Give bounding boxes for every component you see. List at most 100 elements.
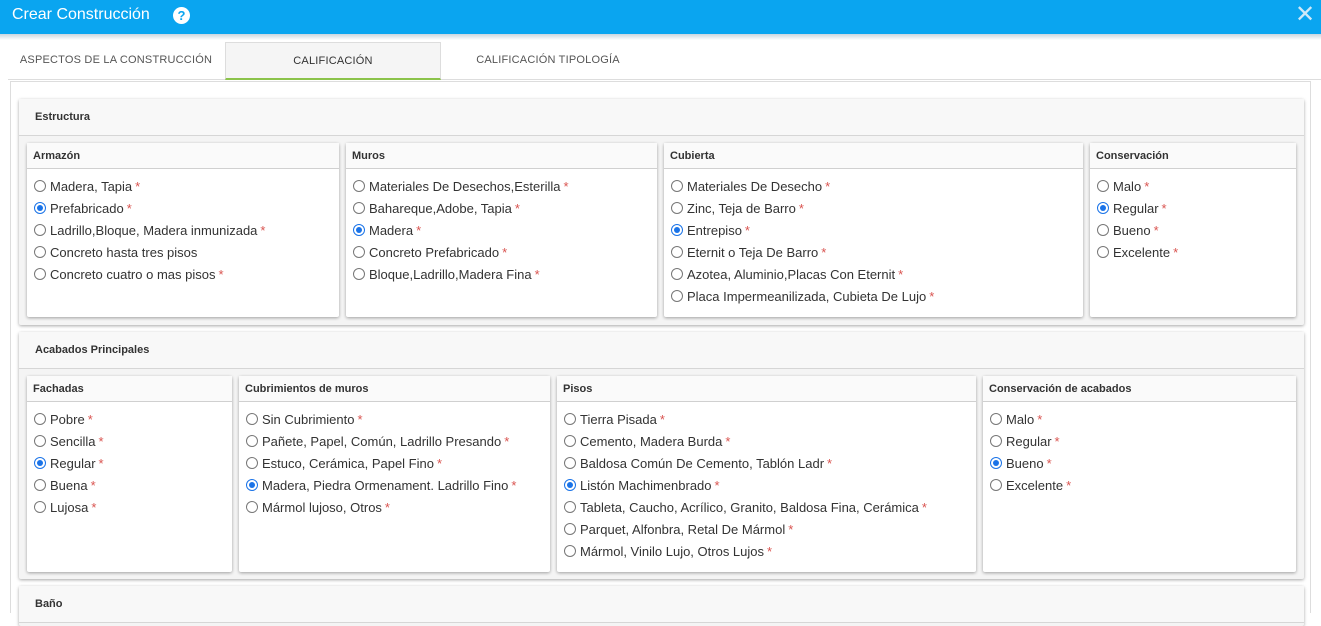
radio-option[interactable]: Malo * [1097, 178, 1149, 196]
radio-option[interactable]: Eternit o Teja De Barro * [671, 244, 826, 262]
radio-unchecked-icon[interactable] [246, 413, 258, 425]
radio-option[interactable]: Azotea, Aluminio,Placas Con Eternit * [671, 266, 903, 284]
radio-checked-icon[interactable] [1097, 202, 1109, 214]
required-marker: * [534, 267, 540, 282]
radio-unchecked-icon[interactable] [1097, 246, 1109, 258]
radio-unchecked-icon[interactable] [246, 435, 258, 447]
radio-option[interactable]: Entrepiso * [671, 222, 750, 240]
required-marker: * [825, 179, 831, 194]
radio-option[interactable]: Materiales De Desecho * [671, 178, 830, 196]
radio-unchecked-icon[interactable] [671, 246, 683, 258]
tab-calificacion-tipologia[interactable]: CALIFICACIÓN TIPOLOGÍA [441, 42, 655, 80]
radio-label: Madera [369, 223, 414, 238]
radio-option[interactable]: Tierra Pisada * [564, 411, 665, 429]
radio-option[interactable]: Tableta, Caucho, Acrílico, Granito, Bald… [564, 499, 927, 517]
radio-option[interactable]: Pobre * [34, 411, 93, 429]
radio-option[interactable]: Bueno * [1097, 222, 1159, 240]
radio-unchecked-icon[interactable] [246, 501, 258, 513]
radio-unchecked-icon[interactable] [34, 224, 46, 236]
radio-unchecked-icon[interactable] [34, 501, 46, 513]
radio-checked-icon[interactable] [246, 479, 258, 491]
radio-option[interactable]: Regular * [990, 433, 1060, 451]
radio-option[interactable]: Estuco, Cerámica, Papel Fino * [246, 455, 442, 473]
radio-option[interactable]: Bloque,Ladrillo,Madera Fina * [353, 266, 540, 284]
dialog-title: Crear Construcción [12, 6, 150, 23]
radio-option[interactable]: Sencilla * [34, 433, 104, 451]
radio-option[interactable]: Buena * [34, 477, 96, 495]
help-icon[interactable]: ? [173, 7, 190, 24]
radio-option[interactable]: Regular * [1097, 200, 1167, 218]
radio-option[interactable]: Concreto cuatro o mas pisos * [34, 266, 224, 284]
radio-label: Materiales De Desecho [687, 179, 823, 194]
radio-option[interactable]: Madera * [353, 222, 421, 240]
radio-option[interactable]: Pañete, Papel, Común, Ladrillo Presando * [246, 433, 509, 451]
radio-unchecked-icon[interactable] [671, 290, 683, 302]
radio-option[interactable]: Mármol lujoso, Otros * [246, 499, 390, 517]
radio-option[interactable]: Lujosa * [34, 499, 96, 517]
radio-option[interactable]: Bueno * [990, 455, 1052, 473]
radio-unchecked-icon[interactable] [564, 545, 576, 557]
radio-unchecked-icon[interactable] [671, 180, 683, 192]
radio-option[interactable]: Materiales De Desechos,Esterilla * [353, 178, 569, 196]
radio-unchecked-icon[interactable] [353, 180, 365, 192]
required-marker: * [87, 412, 93, 427]
radio-option[interactable]: Prefabricado * [34, 200, 132, 218]
radio-option[interactable]: Concreto Prefabricado * [353, 244, 507, 262]
section-title: Estructura [19, 99, 1304, 136]
radio-option[interactable]: Cemento, Madera Burda * [564, 433, 730, 451]
radio-option[interactable]: Excelente * [1097, 244, 1178, 262]
radio-checked-icon[interactable] [564, 479, 576, 491]
radio-unchecked-icon[interactable] [34, 413, 46, 425]
radio-option[interactable]: Excelente * [990, 477, 1071, 495]
radio-unchecked-icon[interactable] [671, 202, 683, 214]
radio-unchecked-icon[interactable] [353, 268, 365, 280]
radio-option[interactable]: Madera, Piedra Ormenament. Ladrillo Fino… [246, 477, 516, 495]
radio-option[interactable]: Ladrillo,Bloque, Madera inmunizada * [34, 222, 265, 240]
radio-option[interactable]: Madera, Tapia * [34, 178, 140, 196]
radio-unchecked-icon[interactable] [564, 457, 576, 469]
radio-unchecked-icon[interactable] [246, 457, 258, 469]
radio-unchecked-icon[interactable] [353, 202, 365, 214]
radio-option[interactable]: Zinc, Teja de Barro * [671, 200, 804, 218]
tab-aspectos[interactable]: ASPECTOS DE LA CONSTRUCCIÓN [8, 42, 224, 80]
radio-unchecked-icon[interactable] [1097, 180, 1109, 192]
titlebar-shadow [0, 34, 1321, 40]
radio-unchecked-icon[interactable] [564, 501, 576, 513]
radio-option[interactable]: Malo * [990, 411, 1042, 429]
required-marker: * [921, 500, 927, 515]
radio-option[interactable]: Baldosa Común De Cemento, Tablón Ladr * [564, 455, 832, 473]
radio-unchecked-icon[interactable] [34, 435, 46, 447]
radio-option[interactable]: Sin Cubrimiento * [246, 411, 363, 429]
required-marker: * [511, 478, 517, 493]
radio-unchecked-icon[interactable] [990, 435, 1002, 447]
radio-unchecked-icon[interactable] [564, 413, 576, 425]
required-marker: * [798, 201, 804, 216]
radio-unchecked-icon[interactable] [34, 246, 46, 258]
radio-unchecked-icon[interactable] [564, 523, 576, 535]
radio-unchecked-icon[interactable] [990, 479, 1002, 491]
radio-unchecked-icon[interactable] [34, 180, 46, 192]
radio-unchecked-icon[interactable] [671, 268, 683, 280]
radio-unchecked-icon[interactable] [990, 413, 1002, 425]
radio-checked-icon[interactable] [353, 224, 365, 236]
radio-option[interactable]: Concreto hasta tres pisos [34, 244, 197, 262]
radio-unchecked-icon[interactable] [34, 268, 46, 280]
radio-option[interactable]: Parquet, Alfonbra, Retal De Mármol * [564, 521, 793, 539]
radio-option[interactable]: Bahareque,Adobe, Tapia * [353, 200, 520, 218]
close-icon[interactable]: ✕ [1293, 2, 1317, 28]
radio-option[interactable]: Mármol, Vinilo Lujo, Otros Lujos * [564, 543, 772, 561]
radio-checked-icon[interactable] [671, 224, 683, 236]
radio-unchecked-icon[interactable] [1097, 224, 1109, 236]
radio-option[interactable]: Listón Machimenbrado * [564, 477, 720, 495]
radio-unchecked-icon[interactable] [353, 246, 365, 258]
radio-unchecked-icon[interactable] [34, 479, 46, 491]
tab-calificacion[interactable]: CALIFICACIÓN [225, 42, 441, 80]
radio-option[interactable]: Regular * [34, 455, 104, 473]
radio-option[interactable]: Placa Impermeanilizada, Cubieta De Lujo * [671, 288, 934, 306]
radio-checked-icon[interactable] [34, 457, 46, 469]
radio-label: Malo [1006, 412, 1035, 427]
radio-checked-icon[interactable] [990, 457, 1002, 469]
radio-unchecked-icon[interactable] [564, 435, 576, 447]
radio-checked-icon[interactable] [34, 202, 46, 214]
tab-content: Estructura Armazón Madera, Tapia * Prefabri… [10, 81, 1311, 626]
